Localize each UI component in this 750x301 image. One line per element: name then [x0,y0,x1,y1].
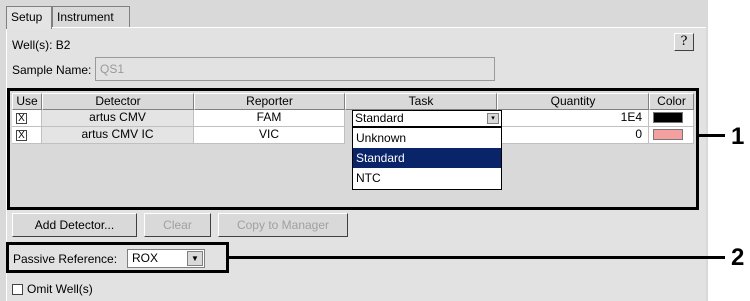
quantity-cell[interactable]: 0 [497,127,649,144]
passive-reference-frame: Passive Reference: ROX ▼ [6,242,229,273]
clear-button[interactable]: Clear [144,213,211,237]
reporter-cell: VIC [194,127,345,144]
detector-table-frame: Use Detector Reporter Task Quantity Colo… [7,88,699,210]
color-cell[interactable] [649,127,694,144]
copy-to-manager-button[interactable]: Copy to Manager [218,213,348,237]
task-option-standard[interactable]: Standard [353,148,501,168]
callout-line-2 [229,256,725,259]
callout-line-1 [699,134,725,137]
callout-number-1: 1 [731,123,745,150]
color-cell[interactable] [649,110,694,127]
column-header-quantity[interactable]: Quantity [497,93,649,110]
sample-name-input[interactable]: QS1 [95,57,495,81]
sample-name-label: Sample Name: [12,63,92,77]
task-select[interactable]: Standard ▾ [352,110,502,127]
passive-reference-value: ROX [132,251,159,265]
column-header-reporter[interactable]: Reporter [194,93,345,110]
column-header-detector[interactable]: Detector [42,93,194,110]
task-option-ntc[interactable]: NTC [353,168,501,188]
tab-instrument[interactable]: Instrument [52,6,130,28]
use-checkbox[interactable]: X [12,110,42,127]
omit-wells-option[interactable]: Omit Well(s) [12,282,93,296]
checkbox-checked-icon[interactable]: X [16,130,27,141]
column-header-use[interactable]: Use [12,93,42,110]
column-header-color[interactable]: Color [649,93,694,110]
detector-cell: artus CMV [42,110,194,127]
color-swatch [653,129,683,140]
passive-reference-label: Passive Reference: [13,252,118,266]
dropdown-arrow-icon[interactable]: ▼ [187,251,203,266]
column-header-task[interactable]: Task [345,93,497,110]
checkbox-checked-icon[interactable]: X [16,113,27,124]
reporter-cell: FAM [194,110,345,127]
task-select-value: Standard [355,111,404,125]
help-button[interactable]: ? [674,33,694,51]
color-swatch [653,112,683,123]
task-option-unknown[interactable]: Unknown [353,128,501,148]
omit-wells-label: Omit Well(s) [27,282,93,296]
wells-label: Well(s): B2 [12,38,71,52]
omit-wells-checkbox[interactable] [12,284,23,295]
task-dropdown-list: Unknown Standard NTC [352,127,502,190]
quantity-cell[interactable]: 1E4 [497,110,649,127]
callout-number-2: 2 [731,244,745,271]
detector-cell: artus CMV IC [42,127,194,144]
add-detector-button[interactable]: Add Detector... [12,213,137,237]
use-checkbox[interactable]: X [12,127,42,144]
passive-reference-select[interactable]: ROX ▼ [127,249,205,268]
dropdown-arrow-icon[interactable]: ▾ [487,113,499,124]
tab-setup[interactable]: Setup [6,6,52,29]
